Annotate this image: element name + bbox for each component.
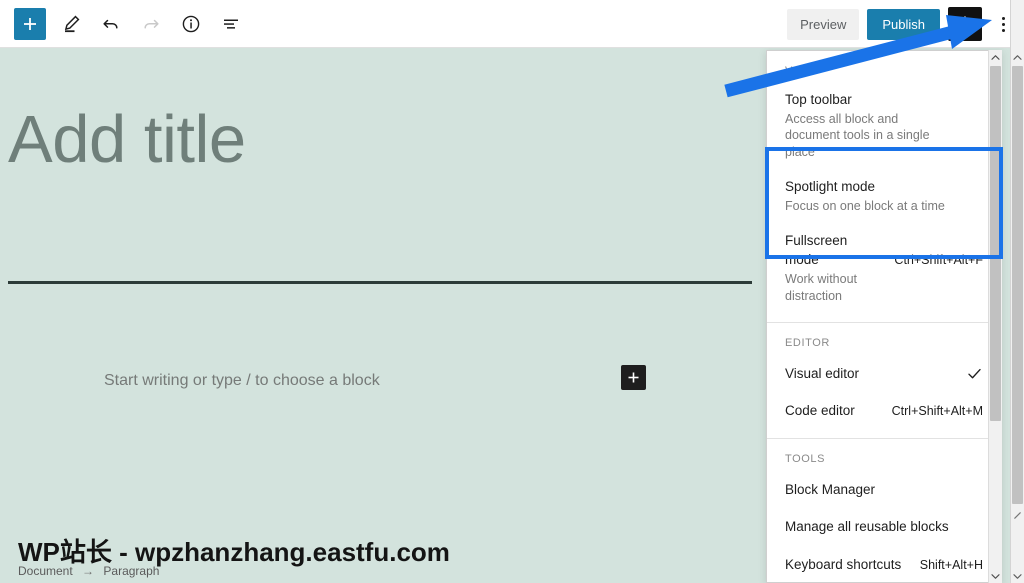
info-icon <box>182 15 200 33</box>
header-right-actions: Preview Publish <box>787 0 1016 48</box>
redo-icon <box>144 19 159 29</box>
menu-section-label-tools: TOOLS <box>785 452 826 465</box>
menu-section-label-view: VIEW <box>785 65 816 77</box>
breadcrumb-block[interactable]: Paragraph <box>103 564 159 578</box>
plus-icon <box>24 18 36 30</box>
menu-item-spotlight-mode[interactable]: Spotlight mode Focus on one block at a t… <box>767 170 1001 223</box>
more-options-menu: VIEW Top toolbar Access all block and do… <box>766 50 1002 583</box>
page-scroll-up-arrow[interactable] <box>1011 50 1024 64</box>
chevron-up-icon <box>1013 54 1022 60</box>
list-view-icon <box>224 19 238 29</box>
gear-icon <box>957 16 973 32</box>
breadcrumb-document[interactable]: Document <box>18 564 73 578</box>
breadcrumb: Document → Paragraph <box>18 564 159 578</box>
check-icon <box>968 368 981 379</box>
page-scroll-down-arrow[interactable] <box>1011 569 1024 583</box>
page-scrollbar-thumb[interactable] <box>1012 66 1023 504</box>
editor-header-bar: Preview Publish <box>0 0 1024 48</box>
preview-button[interactable]: Preview <box>787 8 860 40</box>
resize-grip-icon <box>1014 511 1021 519</box>
redo-button[interactable] <box>136 9 166 39</box>
kebab-dot <box>1001 28 1005 32</box>
chevron-down-icon <box>991 573 1000 579</box>
header-left-tools <box>14 0 246 48</box>
menu-item-label: Spotlight mode <box>785 179 876 195</box>
menu-item-label: Code editor <box>785 403 855 419</box>
settings-sidebar-button[interactable] <box>948 7 982 41</box>
edit-tool-button[interactable] <box>56 9 86 39</box>
menu-item-fullscreen-mode[interactable]: Fullscreen mode Work without distraction… <box>767 224 1001 314</box>
undo-icon <box>103 19 118 29</box>
paragraph-block-placeholder[interactable]: Start writing or type / to choose a bloc… <box>104 372 380 390</box>
scroll-down-arrow[interactable] <box>989 569 1002 583</box>
menu-item-label: Top toolbar <box>785 92 852 107</box>
kebab-dot <box>1001 16 1005 20</box>
menu-item-block-manager[interactable]: Block Manager <box>767 471 1001 509</box>
menu-item-label: Fullscreen mode <box>785 232 848 268</box>
menu-scrollbar[interactable] <box>988 50 1002 583</box>
publish-button[interactable]: Publish <box>867 8 940 40</box>
block-appender-button[interactable] <box>621 365 646 390</box>
page-scrollbar[interactable] <box>1010 0 1024 583</box>
menu-item-label: Block Manager <box>785 481 876 497</box>
menu-item-description: Focus on one block at a time <box>785 198 945 213</box>
chevron-up-icon <box>991 54 1000 60</box>
menu-item-visual-editor[interactable]: Visual editor <box>767 355 1001 393</box>
kebab-dot <box>1001 22 1005 26</box>
menu-item-shortcut: Ctrl+Shift+Alt+F <box>894 252 983 267</box>
undo-button[interactable] <box>96 9 126 39</box>
chevron-down-icon <box>1013 573 1022 579</box>
page-scroll-resize-grip[interactable] <box>1011 508 1024 522</box>
menu-section-label-editor: EDITOR <box>785 336 830 349</box>
menu-item-description: Work without distraction <box>785 271 858 303</box>
post-title-input[interactable]: Add title <box>8 103 748 177</box>
menu-item-top-toolbar[interactable]: Top toolbar Access all block and documen… <box>767 83 1001 170</box>
menu-item-shortcut: Ctrl+Shift+Alt+M <box>891 403 983 418</box>
title-underline <box>8 281 752 284</box>
menu-item-code-editor[interactable]: Code editor Ctrl+Shift+Alt+M <box>767 392 1001 430</box>
menu-item-shortcut: Shift+Alt+H <box>919 557 983 572</box>
details-button[interactable] <box>176 9 206 39</box>
menu-item-manage-reusable-blocks[interactable]: Manage all reusable blocks <box>767 508 1001 546</box>
menu-item-label: Keyboard shortcuts <box>785 556 902 572</box>
breadcrumb-separator: → <box>82 564 95 578</box>
pencil-icon <box>64 15 80 33</box>
scroll-up-arrow[interactable] <box>989 50 1002 64</box>
menu-item-keyboard-shortcuts[interactable]: Keyboard shortcuts Shift+Alt+H <box>767 546 1001 582</box>
menu-item-description: Access all block and document tools in a… <box>785 111 930 160</box>
menu-scrollbar-thumb[interactable] <box>990 66 1001 421</box>
menu-item-label: Manage all reusable blocks <box>785 519 949 535</box>
list-view-button[interactable] <box>216 9 246 39</box>
plus-icon <box>628 372 639 383</box>
add-block-button[interactable] <box>14 8 46 40</box>
menu-item-label: Visual editor <box>785 365 860 381</box>
